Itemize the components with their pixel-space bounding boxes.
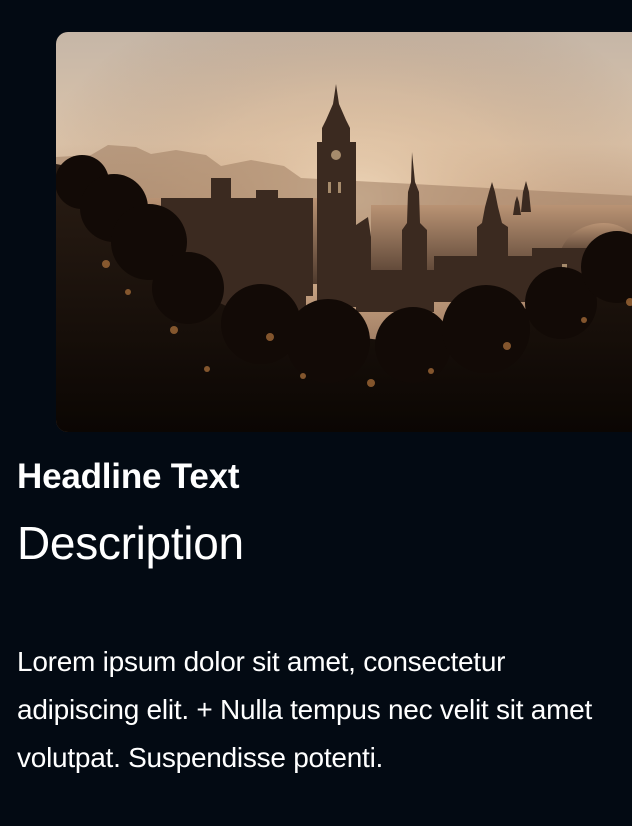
body-text: Lorem ipsum dolor sit amet, consectetur …: [17, 646, 592, 773]
content-card: Headline Text Description Lorem ipsum do…: [0, 0, 632, 826]
description-text: Description: [17, 517, 244, 569]
headline-text: Headline Text: [17, 457, 240, 496]
hero-image: [56, 32, 632, 432]
city-skyline-image: [56, 32, 632, 432]
